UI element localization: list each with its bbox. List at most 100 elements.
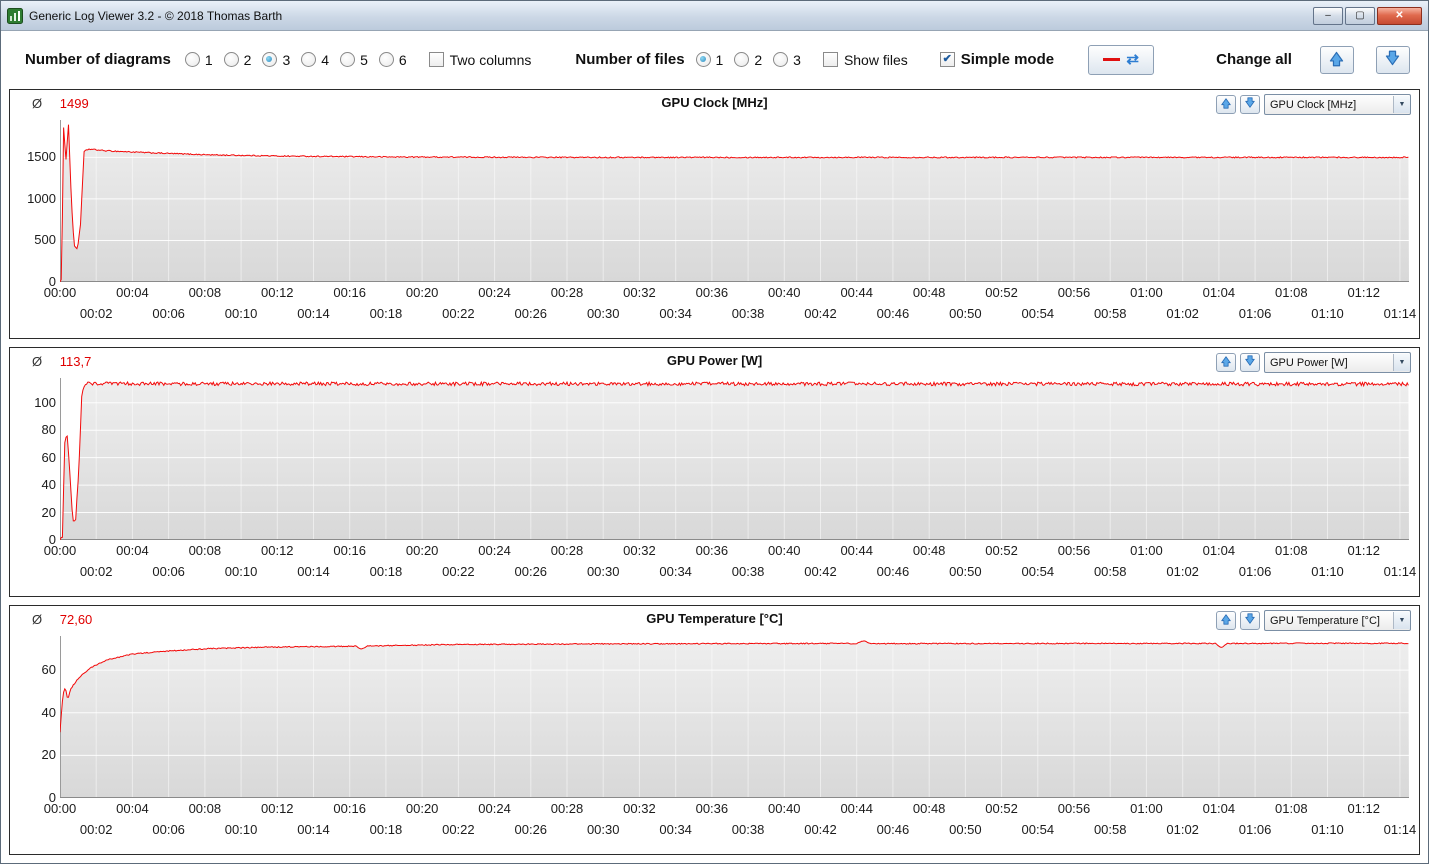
files-option-label: 3 xyxy=(793,51,801,68)
line-color-refresh-button[interactable]: ⇄ xyxy=(1088,44,1155,75)
chart-panel-gpu-temperature: Ø 72,60 GPU Temperature [°C] GPU Tempera… xyxy=(9,605,1420,855)
files-option-2[interactable]: 2 xyxy=(734,52,762,68)
diagrams-option-4[interactable]: 4 xyxy=(301,52,329,68)
window-title: Generic Log Viewer 3.2 - © 2018 Thomas B… xyxy=(29,8,283,23)
radio-icon[interactable] xyxy=(223,52,239,67)
x-tick-label: 00:42 xyxy=(804,822,837,837)
x-tick-label: 01:02 xyxy=(1166,822,1199,837)
x-tick-label: 00:54 xyxy=(1021,306,1055,321)
show-files-checkbox[interactable] xyxy=(822,52,838,67)
down-arrow-icon xyxy=(1244,613,1256,628)
radio-icon[interactable] xyxy=(262,52,278,67)
chart-move-down-button[interactable] xyxy=(1240,353,1260,372)
radio-icon[interactable] xyxy=(773,52,789,67)
x-tick-label: 00:56 xyxy=(1057,801,1091,816)
x-tick-label: 00:38 xyxy=(731,822,765,837)
radio-icon[interactable] xyxy=(378,52,394,67)
files-option-3[interactable]: 3 xyxy=(773,52,801,68)
chart-controls: GPU Temperature [°C] ▼ xyxy=(1216,610,1411,631)
x-tick-label: 00:10 xyxy=(224,564,258,579)
chart-move-down-button[interactable] xyxy=(1240,95,1260,114)
diagrams-option-label: 4 xyxy=(321,51,330,68)
x-tick-label: 00:58 xyxy=(1093,564,1127,579)
x-tick-label: 00:02 xyxy=(79,306,113,321)
x-tick-label: 01:02 xyxy=(1166,564,1199,579)
x-tick-label: 00:00 xyxy=(43,543,77,558)
chart-controls: GPU Power [W] ▼ xyxy=(1216,352,1411,373)
diagrams-option-2[interactable]: 2 xyxy=(223,52,251,68)
chart-move-up-button[interactable] xyxy=(1216,611,1236,630)
files-option-1[interactable]: 1 xyxy=(695,51,724,68)
two-columns-option[interactable]: Two columns xyxy=(428,51,532,68)
maximize-button[interactable]: ▢ xyxy=(1345,6,1375,25)
x-tick-label: 00:48 xyxy=(912,543,946,558)
x-tick-label: 00:28 xyxy=(550,285,584,300)
close-button[interactable]: ✕ xyxy=(1377,6,1422,25)
x-tick-label: 00:24 xyxy=(478,285,511,300)
x-tick-label: 00:22 xyxy=(442,822,475,837)
radio-icon[interactable] xyxy=(301,52,317,67)
app-icon xyxy=(7,7,23,24)
x-tick-label: 00:40 xyxy=(768,285,801,300)
y-tick-label: 60 xyxy=(41,662,56,678)
simple-mode-checkbox[interactable]: ✔ xyxy=(939,52,955,67)
refresh-icon: ⇄ xyxy=(1126,51,1139,68)
x-tick-label: 00:28 xyxy=(550,801,584,816)
y-tick-label: 1000 xyxy=(27,190,56,206)
average-symbol: Ø xyxy=(32,354,43,369)
x-tick-label: 00:22 xyxy=(442,564,475,579)
plot-area xyxy=(60,120,1409,282)
chart-move-down-button[interactable] xyxy=(1240,611,1260,630)
x-tick-label: 00:08 xyxy=(188,801,222,816)
x-tick-label: 00:28 xyxy=(550,543,584,558)
simple-mode-option[interactable]: ✔ Simple mode xyxy=(939,51,1054,68)
x-tick-label: 01:00 xyxy=(1130,543,1163,558)
radio-icon[interactable] xyxy=(734,52,750,67)
radio-icon[interactable] xyxy=(184,52,200,67)
x-tick-label: 01:14 xyxy=(1383,306,1417,321)
metric-dropdown[interactable]: GPU Power [W] ▼ xyxy=(1264,352,1411,373)
diagrams-option-6[interactable]: 6 xyxy=(378,52,407,68)
x-tick-label: 00:06 xyxy=(152,822,185,837)
chart-canvas xyxy=(60,636,1409,798)
minimize-button[interactable]: – xyxy=(1313,6,1343,25)
chevron-down-icon: ▼ xyxy=(1393,612,1410,629)
files-option-label: 1 xyxy=(715,51,724,68)
chart-move-up-button[interactable] xyxy=(1216,95,1236,114)
metric-dropdown[interactable]: GPU Temperature [°C] ▼ xyxy=(1264,610,1411,631)
x-tick-label: 00:14 xyxy=(297,306,330,321)
change-all-up-button[interactable] xyxy=(1319,45,1354,74)
y-tick-label: 20 xyxy=(41,504,56,520)
x-tick-label: 00:26 xyxy=(514,822,548,837)
x-tick-label: 00:04 xyxy=(116,285,149,300)
x-tick-label: 00:54 xyxy=(1021,564,1055,579)
diagrams-option-3[interactable]: 3 xyxy=(262,52,290,68)
y-tick-label: 20 xyxy=(41,747,56,763)
x-tick-label: 00:00 xyxy=(43,285,77,300)
diagrams-option-5[interactable]: 5 xyxy=(340,52,368,68)
radio-icon[interactable] xyxy=(340,52,356,67)
average-value: Ø 1499 xyxy=(32,96,89,111)
chart-canvas xyxy=(60,378,1409,540)
x-tick-label: 01:04 xyxy=(1202,285,1236,300)
x-tick-label: 00:24 xyxy=(478,543,511,558)
x-tick-label: 00:42 xyxy=(804,306,837,321)
radio-icon[interactable] xyxy=(695,52,711,67)
show-files-option[interactable]: Show files xyxy=(822,51,908,68)
red-line-icon xyxy=(1103,58,1121,61)
x-tick-label: 00:48 xyxy=(912,801,946,816)
y-tick-label: 1500 xyxy=(27,149,56,165)
up-arrow-icon xyxy=(1220,97,1232,112)
x-tick-label: 01:00 xyxy=(1130,801,1163,816)
chart-canvas xyxy=(60,120,1409,282)
chart-move-up-button[interactable] xyxy=(1216,353,1236,372)
change-all-down-button[interactable] xyxy=(1375,45,1410,74)
two-columns-label: Two columns xyxy=(449,51,532,68)
diagrams-option-1[interactable]: 1 xyxy=(184,52,213,68)
y-tick-label: 60 xyxy=(41,449,56,465)
x-tick-label: 00:20 xyxy=(405,801,439,816)
show-files-label: Show files xyxy=(843,51,908,68)
metric-dropdown[interactable]: GPU Clock [MHz] ▼ xyxy=(1264,94,1411,115)
two-columns-checkbox[interactable] xyxy=(428,52,444,67)
plot-area xyxy=(60,378,1409,540)
